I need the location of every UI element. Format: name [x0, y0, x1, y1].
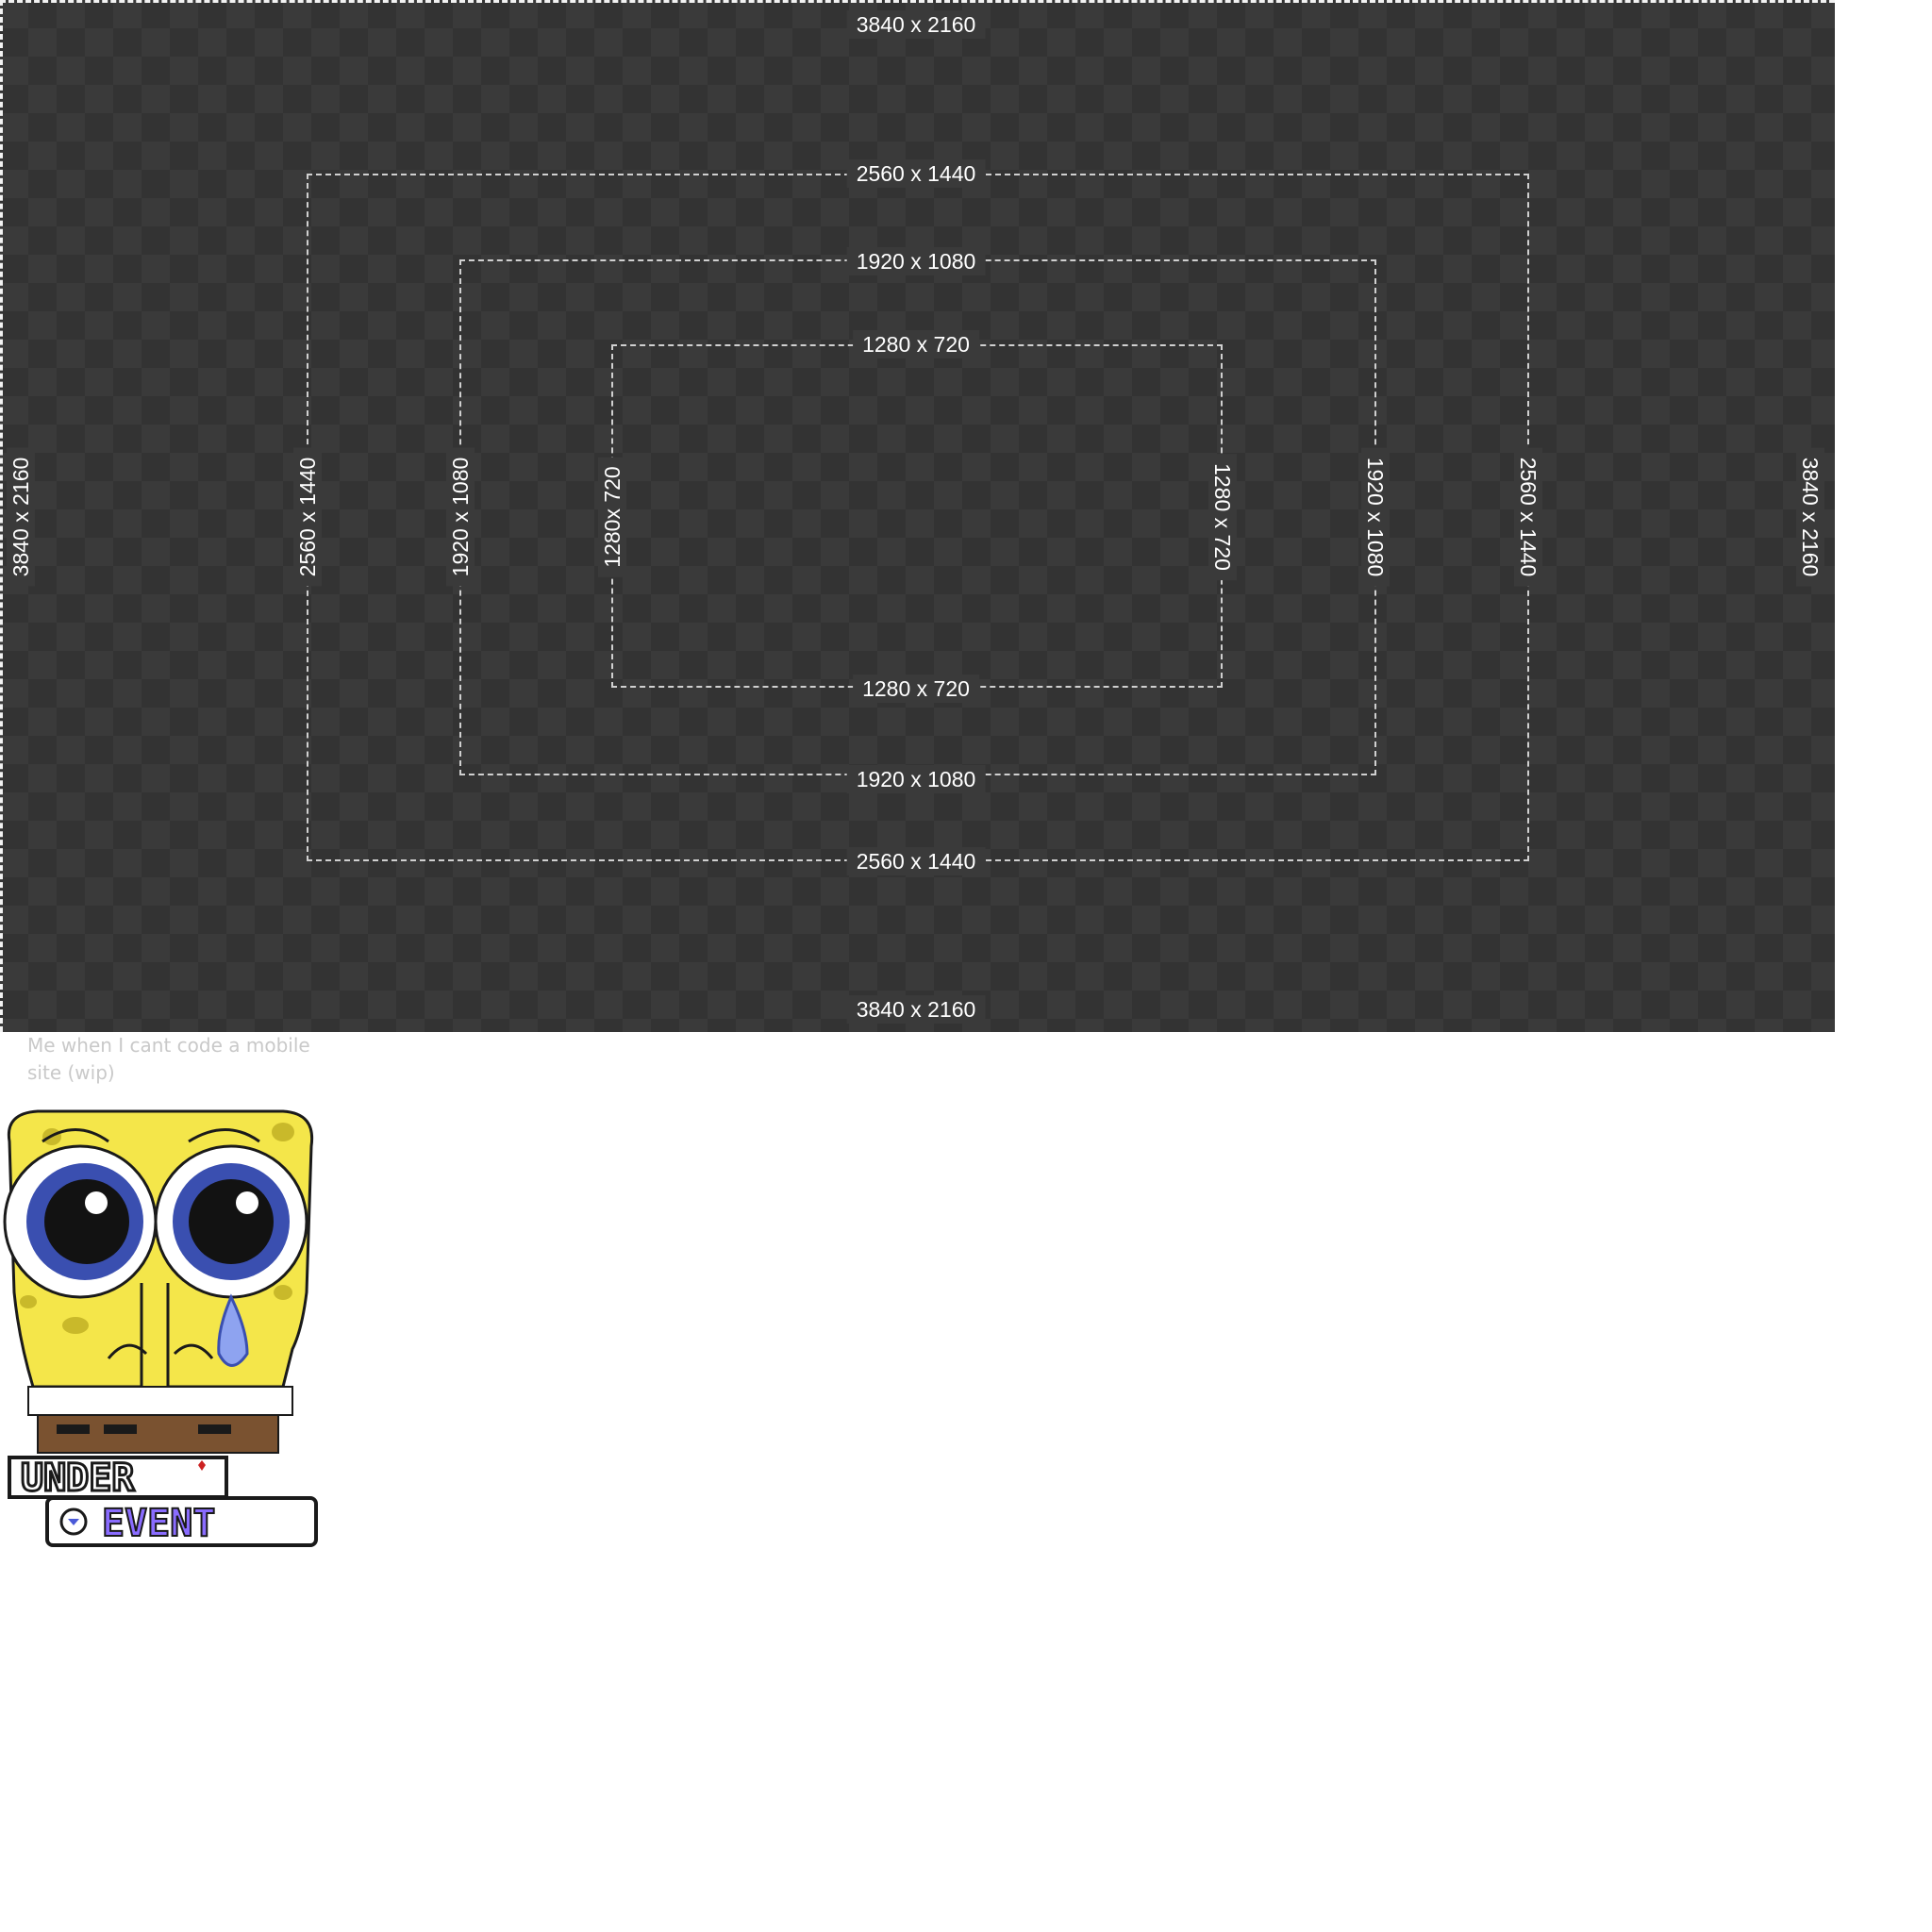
under-event-logo: UNDER EVENT: [8, 1456, 318, 1547]
caption-text: Me when I cant code a mobile site (wip): [27, 1034, 310, 1084]
label-2560-left: 2560 x 1440: [293, 447, 322, 587]
label-3840-right: 3840 x 2160: [1796, 447, 1824, 587]
label-2560-top: 2560 x 1440: [846, 159, 986, 188]
label-3840-top: 3840 x 2160: [846, 10, 986, 39]
label-1280-right: 1280 x 720: [1208, 454, 1237, 580]
label-1280-top: 1280 x 720: [853, 330, 979, 358]
label-1280-left: 1280x 720: [598, 457, 626, 577]
label-1280-bottom: 1280 x 720: [853, 675, 979, 703]
label-2560-right: 2560 x 1440: [1514, 447, 1542, 587]
frame-1280x720: [611, 344, 1223, 688]
logo-line-under: UNDER: [21, 1457, 135, 1500]
resolution-guide-canvas: 3840 x 2160 2560 x 1440 1920 x 1080 1280…: [0, 0, 1835, 1032]
label-2560-bottom: 2560 x 1440: [846, 847, 986, 875]
crying-sponge-image: UNDER EVENT: [3, 1109, 318, 1547]
label-3840-left: 3840 x 2160: [7, 447, 35, 587]
label-1920-bottom: 1920 x 1080: [846, 765, 986, 793]
label-1920-right: 1920 x 1080: [1361, 447, 1390, 587]
label-1920-left: 1920 x 1080: [446, 447, 475, 587]
label-1920-top: 1920 x 1080: [846, 247, 986, 275]
logo-line-event: EVENT: [102, 1502, 215, 1545]
label-3840-bottom: 3840 x 2160: [846, 995, 986, 1024]
